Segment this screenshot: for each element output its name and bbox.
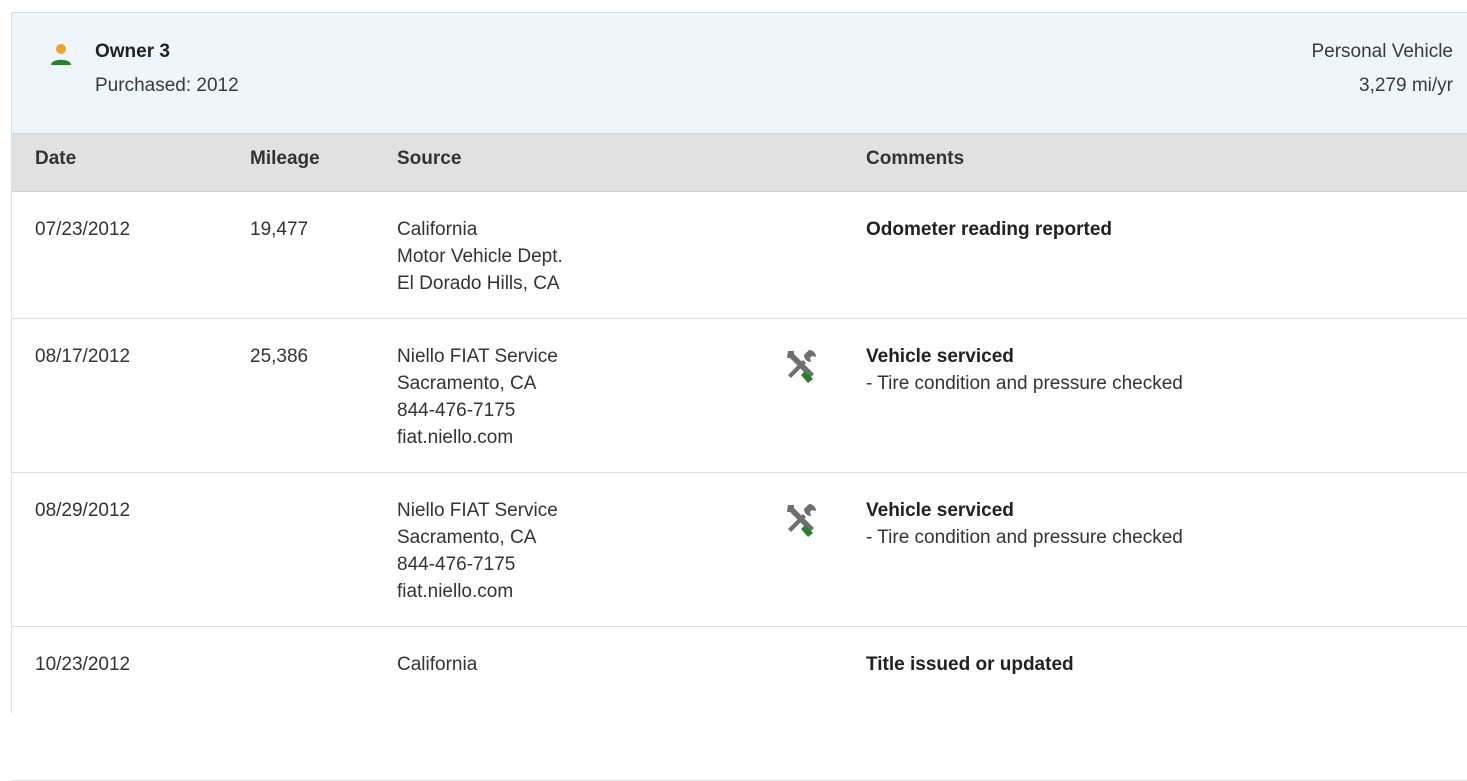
source-line: 844-476-7175 — [397, 400, 516, 421]
row-source: Niello FIAT Service Sacramento, CA 844-476… — [397, 343, 558, 451]
comment-title: Odometer reading reported — [866, 219, 1112, 240]
vehicle-use-type: Personal Vehicle — [1311, 41, 1453, 62]
service-tools-icon — [780, 499, 820, 539]
source-line: fiat.niello.com — [397, 581, 514, 602]
row-comments: Vehicle serviced - Tire condition and pre… — [866, 343, 1183, 397]
source-line: fiat.niello.com — [397, 427, 514, 448]
comment-title: Vehicle serviced — [866, 346, 1014, 367]
source-line: Niello FIAT Service — [397, 500, 558, 521]
owner-name: Owner 3 — [95, 41, 170, 62]
owner-header: Owner 3 Purchased: 2012 Personal Vehicle… — [12, 13, 1467, 134]
person-icon — [51, 44, 71, 65]
row-source: Niello FIAT Service Sacramento, CA 844-476… — [397, 497, 558, 605]
service-tools-icon — [780, 345, 820, 385]
row-comments: Odometer reading reported — [866, 216, 1112, 243]
row-source: California — [397, 651, 477, 678]
row-mileage: 19,477 — [250, 219, 309, 240]
column-header-mileage: Mileage — [250, 148, 320, 169]
table-row: 07/23/2012 19,477 California Motor Vehicle … — [12, 192, 1467, 319]
table-header: Date Mileage Source Comments — [12, 134, 1467, 192]
comment-detail: - Tire condition and pressure checked — [866, 373, 1183, 394]
row-comments: Title issued or updated — [866, 651, 1074, 678]
comment-detail: - Tire condition and pressure checked — [866, 527, 1183, 548]
row-date: 10/23/2012 — [35, 654, 131, 675]
row-date: 07/23/2012 — [35, 219, 131, 240]
row-comments: Vehicle serviced - Tire condition and pre… — [866, 497, 1183, 551]
table-row: 08/17/2012 25,386 Niello FIAT Service Sacra… — [12, 319, 1467, 473]
source-line: Sacramento, CA — [397, 373, 537, 394]
source-line: El Dorado Hills, CA — [397, 273, 560, 294]
row-date: 08/17/2012 — [35, 346, 131, 367]
row-source: California Motor Vehicle Dept. El Dorado H… — [397, 216, 563, 297]
source-line: Motor Vehicle Dept. — [397, 246, 563, 267]
row-mileage: 25,386 — [250, 346, 309, 367]
annual-mileage: 3,279 mi/yr — [1359, 75, 1453, 96]
source-line: Sacramento, CA — [397, 527, 537, 548]
column-header-comments: Comments — [866, 148, 965, 169]
table-row: 08/29/2012 Niello FIAT Service Sacramento,… — [12, 473, 1467, 627]
source-line: California — [397, 654, 478, 675]
owner-purchase-year: Purchased: 2012 — [95, 75, 239, 96]
row-date: 08/29/2012 — [35, 500, 131, 521]
comment-title: Vehicle serviced — [866, 500, 1014, 521]
table-row: 10/23/2012 California Title issued or upda… — [12, 627, 1467, 781]
owner-history-card: Owner 3 Purchased: 2012 Personal Vehicle… — [11, 12, 1467, 781]
column-header-date: Date — [35, 148, 77, 169]
source-line: California — [397, 219, 478, 240]
column-header-source: Source — [397, 148, 462, 169]
source-line: Niello FIAT Service — [397, 346, 558, 367]
comment-title: Title issued or updated — [866, 654, 1074, 675]
source-line: 844-476-7175 — [397, 554, 516, 575]
